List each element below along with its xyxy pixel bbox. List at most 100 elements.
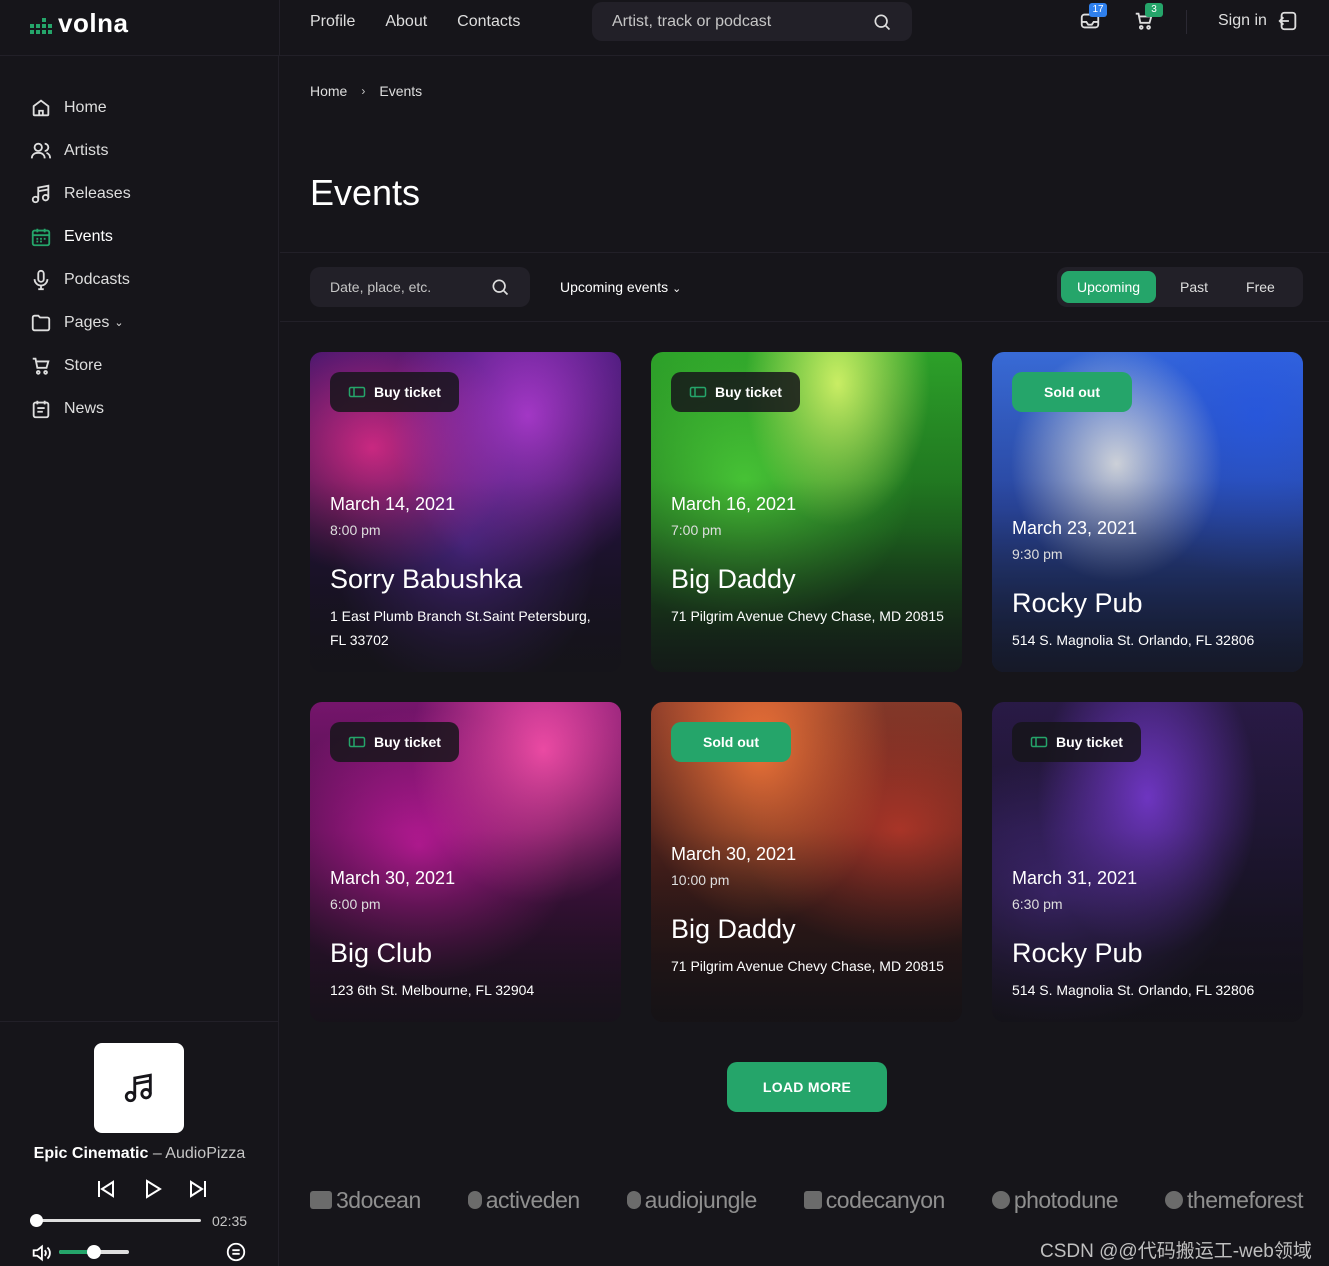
dropdown-label: Upcoming events (560, 279, 669, 295)
home-icon (32, 99, 50, 116)
track-title: Epic Cinematic (33, 1145, 149, 1162)
event-card[interactable]: Buy ticket March 30, 2021 6:00 pm Big Cl… (310, 702, 621, 1022)
cart-badge: 3 (1145, 3, 1163, 17)
sidebar-item-releases[interactable]: Releases (30, 172, 131, 215)
partner-logo[interactable]: photodune (991, 1187, 1119, 1214)
logo[interactable]: volna (30, 8, 128, 39)
buy-ticket-button[interactable]: Buy ticket (671, 372, 800, 412)
sold-out-button[interactable]: Sold out (671, 722, 791, 762)
partner-logo-icon (626, 1191, 641, 1209)
search-icon[interactable] (872, 12, 892, 32)
watermark: CSDN @@代码搬运工-web领域 (1040, 1241, 1312, 1262)
progress-slider[interactable] (30, 1214, 201, 1227)
partner-logo[interactable]: activeden (467, 1187, 580, 1214)
partner-logo-icon (310, 1191, 332, 1209)
event-address: 514 S. Magnolia St. Orlando, FL 32806 (1012, 982, 1255, 998)
partner-logo[interactable]: themeforest (1165, 1187, 1303, 1214)
partner-logo[interactable]: audiojungle (626, 1187, 757, 1214)
microphone-icon (33, 269, 49, 290)
play-icon[interactable] (140, 1177, 164, 1201)
nav-contacts[interactable]: Contacts (457, 12, 520, 32)
sidebar-item-store[interactable]: Store (30, 344, 131, 387)
sidebar-item-news[interactable]: News (30, 387, 131, 430)
sidebar: Home Artists Releases Events Podcasts Pa… (0, 56, 279, 1266)
signin-button[interactable]: Sign in (1218, 10, 1299, 32)
volume-knob[interactable] (87, 1245, 101, 1259)
breadcrumb: Home › Events (310, 83, 422, 99)
tab-free[interactable]: Free (1230, 271, 1291, 303)
sidebar-item-events[interactable]: Events (30, 215, 131, 258)
header-search-input[interactable] (612, 12, 862, 31)
cart-button[interactable]: 3 (1133, 3, 1163, 34)
music-note-icon (31, 184, 50, 203)
header-separator (1186, 10, 1187, 34)
playlist-icon[interactable] (225, 1241, 247, 1263)
sidebar-item-pages[interactable]: Pages ⌄ (30, 301, 131, 344)
event-search-input[interactable] (330, 279, 480, 295)
buy-ticket-button[interactable]: Buy ticket (330, 722, 459, 762)
mail-button[interactable]: 17 (1079, 3, 1107, 34)
event-card[interactable]: Sold out March 23, 2021 9:30 pm Rocky Pu… (992, 352, 1303, 672)
partner-logo[interactable]: 3docean (310, 1187, 421, 1214)
sidebar-item-artists[interactable]: Artists (30, 129, 131, 172)
event-name[interactable]: Big Daddy (671, 914, 796, 945)
track-artist: AudioPizza (165, 1145, 246, 1162)
buy-ticket-button[interactable]: Buy ticket (1012, 722, 1141, 762)
event-name[interactable]: Big Daddy (671, 564, 796, 595)
folder-icon (31, 314, 51, 331)
event-name[interactable]: Rocky Pub (1012, 938, 1143, 969)
event-date: March 31, 2021 (1012, 868, 1138, 888)
calendar-notes-icon (32, 400, 50, 418)
sidebar-item-podcasts[interactable]: Podcasts (30, 258, 131, 301)
signin-label: Sign in (1218, 12, 1267, 29)
load-more-button[interactable]: LOAD MORE (727, 1062, 887, 1112)
previous-icon[interactable] (94, 1177, 118, 1201)
track-info: Epic Cinematic – AudioPizza (0, 1145, 279, 1163)
event-card[interactable]: Buy ticket March 16, 2021 7:00 pm Big Da… (651, 352, 962, 672)
event-time: 6:00 pm (330, 896, 381, 912)
sidebar-item-home[interactable]: Home (30, 86, 131, 129)
nav-about[interactable]: About (385, 12, 427, 32)
volume-icon[interactable] (30, 1242, 52, 1264)
header-search (592, 2, 912, 41)
search-icon[interactable] (490, 277, 510, 297)
tab-past[interactable]: Past (1164, 271, 1224, 303)
breadcrumb-current: Events (379, 83, 423, 99)
event-name[interactable]: Rocky Pub (1012, 588, 1143, 619)
sidebar-item-label: Pages (64, 313, 110, 331)
events-filter-dropdown[interactable]: Upcoming events ⌄ (560, 279, 681, 295)
partner-logos: 3docean activeden audiojungle codecanyon… (310, 1180, 1303, 1220)
event-card[interactable]: Buy ticket March 14, 2021 8:00 pm Sorry … (310, 352, 621, 672)
filter-bar: Upcoming events ⌄ Upcoming Past Free (280, 252, 1329, 322)
partner-logo[interactable]: codecanyon (803, 1187, 945, 1214)
event-name[interactable]: Sorry Babushka (330, 564, 522, 595)
event-time: 7:00 pm (671, 522, 722, 538)
ticket-icon (1030, 736, 1048, 748)
sidebar-item-label: News (64, 399, 105, 417)
ticket-icon (689, 386, 707, 398)
event-card[interactable]: Buy ticket March 31, 2021 6:30 pm Rocky … (992, 702, 1303, 1022)
sold-out-button[interactable]: Sold out (1012, 372, 1132, 412)
partner-logo-icon (803, 1191, 822, 1209)
event-date: March 30, 2021 (330, 868, 456, 888)
nav-profile[interactable]: Profile (310, 12, 355, 32)
calendar-icon (31, 228, 51, 246)
volume-slider[interactable] (59, 1245, 129, 1259)
breadcrumb-home[interactable]: Home (310, 83, 347, 99)
audio-player: Epic Cinematic – AudioPizza 02:35 (0, 1021, 279, 1266)
chevron-down-icon: ⌄ (114, 317, 124, 329)
ticket-icon (348, 736, 366, 748)
tab-upcoming[interactable]: Upcoming (1061, 271, 1157, 303)
page-title: Events (310, 172, 421, 213)
next-icon[interactable] (186, 1177, 210, 1201)
event-address: 514 S. Magnolia St. Orlando, FL 32806 (1012, 632, 1255, 648)
sidebar-menu: Home Artists Releases Events Podcasts Pa… (30, 86, 131, 430)
event-time: 9:30 pm (1012, 546, 1063, 562)
event-time: 6:30 pm (1012, 896, 1063, 912)
sidebar-item-label: Events (64, 227, 113, 245)
event-name[interactable]: Big Club (330, 938, 432, 969)
progress-knob[interactable] (30, 1214, 43, 1227)
event-tabs: Upcoming Past Free (1057, 267, 1303, 307)
buy-ticket-button[interactable]: Buy ticket (330, 372, 459, 412)
event-card[interactable]: Sold out March 30, 2021 10:00 pm Big Dad… (651, 702, 962, 1022)
